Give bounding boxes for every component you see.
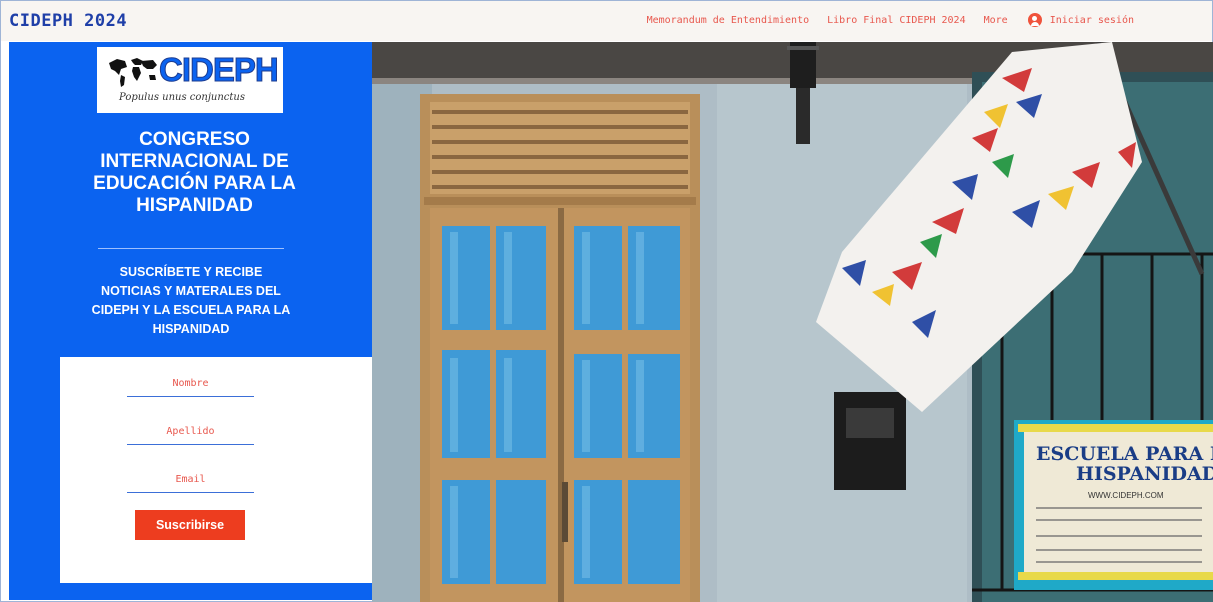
world-map-icon	[109, 58, 157, 87]
site-header: CIDEPH 2024 Memorandum de Entendimiento …	[1, 1, 1212, 41]
school-facade-illustration: ESCUELA PARA LA HISPANIDAD WWW.CIDEPH.CO…	[372, 42, 1213, 602]
last-name-input[interactable]	[127, 422, 254, 437]
main-nav: Memorandum de Entendimiento Libro Final …	[647, 13, 1134, 27]
nav-link-memorandum[interactable]: Memorandum de Entendimiento	[647, 15, 810, 26]
subscribe-form: Suscribirse	[60, 357, 372, 583]
site-title[interactable]: CIDEPH 2024	[9, 11, 127, 31]
divider	[98, 248, 284, 249]
congress-title: CONGRESO INTERNACIONAL DE EDUCACIÓN PARA…	[93, 129, 296, 216]
first-name-field-wrapper	[127, 373, 254, 397]
nav-link-more[interactable]: More	[984, 15, 1008, 26]
last-name-field-wrapper	[127, 421, 254, 445]
nav-link-libro-final[interactable]: Libro Final CIDEPH 2024	[827, 15, 965, 26]
school-facade-photo: ESCUELA PARA LA HISPANIDAD WWW.CIDEPH.CO…	[372, 42, 1213, 602]
user-account-icon	[1027, 13, 1042, 27]
logo-wordmark: CIDEPH	[159, 51, 280, 89]
sign-title-line2: HISPANIDAD	[1076, 463, 1213, 485]
first-name-input[interactable]	[127, 374, 254, 389]
login-button[interactable]: Iniciar sesión	[1027, 13, 1134, 27]
logo-motto: Populus unus conjunctus	[119, 92, 246, 103]
email-field-wrapper	[127, 469, 254, 493]
subscribe-button[interactable]: Suscribirse	[135, 510, 245, 540]
login-label: Iniciar sesión	[1049, 14, 1134, 26]
cideph-logo: CIDEPH Populus unus conjunctus	[97, 47, 283, 113]
sign-url: WWW.CIDEPH.COM	[1088, 491, 1164, 500]
signup-panel: CIDEPH Populus unus conjunctus CONGRESO …	[9, 42, 372, 600]
subscribe-text: SUSCRÍBETE Y RECIBE NOTICIAS Y MATERALES…	[91, 265, 291, 336]
sign-title-line1: ESCUELA PARA LA	[1036, 443, 1213, 465]
email-input[interactable]	[127, 470, 254, 485]
